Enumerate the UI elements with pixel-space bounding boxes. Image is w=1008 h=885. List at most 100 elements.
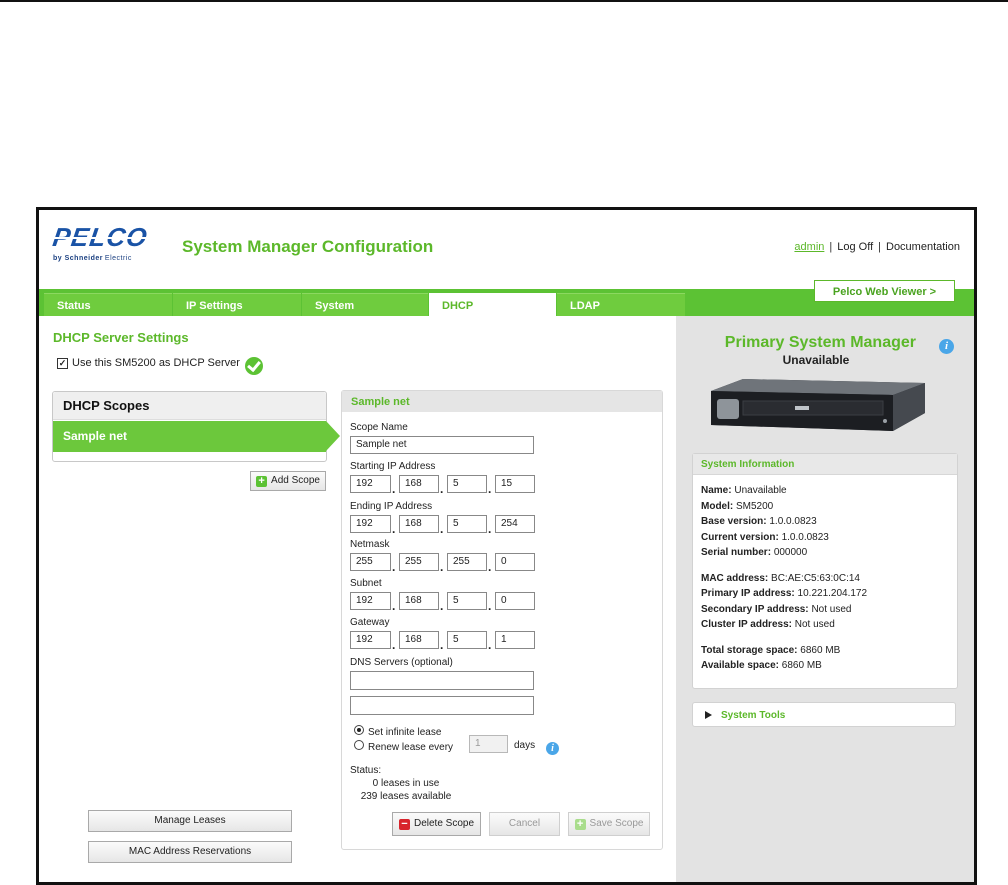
renew-days-input[interactable]: 1: [469, 735, 508, 753]
info-row: Total storage space: 6860 MB: [701, 644, 841, 656]
info-row: Serial number: 000000: [701, 547, 808, 558]
start-ip-octet-3[interactable]: 5: [447, 475, 487, 493]
infinite-lease-label: Set infinite lease: [368, 727, 442, 738]
add-scope-label: Add Scope: [271, 475, 320, 486]
use-dhcp-label: Use this SM5200 as DHCP Server: [72, 357, 240, 369]
delete-scope-label: Delete Scope: [413, 818, 475, 829]
info-row: Current version: 1.0.0.0823: [701, 531, 829, 543]
end-ip-octet-3[interactable]: 5: [447, 515, 487, 533]
scope-name-label: Scope Name: [350, 422, 408, 433]
use-dhcp-checkbox[interactable]: ✓: [57, 358, 68, 369]
renew-info-icon[interactable]: i: [546, 738, 559, 756]
primary-system-manager-title: Primary System Manager: [724, 334, 916, 351]
logo-sub-bold: by Schneider: [53, 255, 103, 262]
page-top-rule: [0, 0, 1008, 2]
documentation-link[interactable]: Documentation: [886, 241, 960, 253]
info-row: Secondary IP address: Not used: [701, 603, 852, 615]
subnet-octet-1[interactable]: 192: [350, 592, 391, 610]
app-title: System Manager Configuration: [182, 237, 434, 256]
subnet-label: Subnet: [350, 578, 382, 589]
gateway-octet-2[interactable]: 168: [399, 631, 439, 649]
selected-arrow-icon: [326, 421, 340, 451]
system-information-panel: System Information Name: Unavailable Mod…: [692, 453, 958, 689]
start-ip-label: Starting IP Address: [350, 461, 436, 472]
infinite-lease-radio[interactable]: [354, 725, 364, 735]
screenshot-frame: PELCO by Schneider Electric System Manag…: [36, 207, 977, 885]
scope-item-sample-net[interactable]: Sample net: [53, 421, 326, 452]
start-ip-octet-1[interactable]: 192: [350, 475, 391, 493]
use-dhcp-server-option: ✓ Use this SM5200 as DHCP Server: [57, 357, 240, 369]
renew-lease-option: Renew lease every: [354, 740, 453, 753]
save-scope-label: Save Scope: [589, 818, 644, 829]
info-row: Name: Unavailable: [701, 485, 787, 496]
system-information-header: System Information: [693, 454, 957, 475]
start-ip-octet-4[interactable]: 15: [495, 475, 535, 493]
end-ip-label: Ending IP Address: [350, 501, 433, 512]
days-label: days: [514, 740, 536, 751]
section-title: DHCP Server Settings: [53, 330, 189, 345]
expand-triangle-icon: [705, 711, 712, 719]
end-ip-octet-4[interactable]: 254: [495, 515, 535, 533]
logo-wordmark: PELCO: [50, 222, 150, 252]
mac-reservations-button[interactable]: MAC Address Reservations: [88, 841, 292, 863]
netmask-octet-1[interactable]: 255: [350, 553, 391, 571]
subnet-octet-4[interactable]: 0: [495, 592, 535, 610]
delete-scope-button[interactable]: − Delete Scope: [392, 812, 481, 836]
gateway-octet-4[interactable]: 1: [495, 631, 535, 649]
primary-status: Unavailable: [782, 353, 850, 367]
info-row: Available space: 6860 MB: [701, 660, 822, 671]
tab-status[interactable]: Status: [44, 293, 172, 316]
system-tools-label: System Tools: [721, 710, 786, 721]
success-check-icon: [245, 357, 263, 375]
tab-ldap[interactable]: LDAP: [557, 293, 685, 316]
top-links: admin | Log Off | Documentation: [794, 241, 960, 253]
start-ip-octet-2[interactable]: 168: [399, 475, 439, 493]
right-panel: Primary System Manager i Unavailable Sys…: [676, 316, 974, 882]
pelco-logo: PELCO by Schneider Electric: [50, 222, 153, 266]
info-row: Model: SM5200: [701, 500, 774, 512]
dhcp-scopes-list: DHCP Scopes Sample net: [52, 391, 340, 462]
system-tools-expander[interactable]: System Tools: [692, 702, 956, 727]
leases-available: 239 leases available: [360, 791, 452, 802]
tab-ip-settings[interactable]: IP Settings: [173, 293, 301, 316]
subnet-octet-2[interactable]: 168: [399, 592, 439, 610]
server-image: [711, 379, 925, 431]
user-link[interactable]: admin: [794, 241, 824, 253]
dns-server-2-input[interactable]: [350, 696, 534, 715]
info-row: Cluster IP address: Not used: [701, 619, 835, 630]
scope-panel-header: Sample net: [342, 391, 662, 412]
infinite-lease-option: Set infinite lease: [354, 725, 441, 738]
delete-icon: −: [398, 819, 410, 830]
plus-icon: +: [256, 476, 268, 487]
save-scope-button[interactable]: + Save Scope: [568, 812, 650, 836]
logo-subtitle: by Schneider Electric: [53, 255, 132, 262]
dns-server-1-input[interactable]: [350, 671, 534, 690]
end-ip-octet-2[interactable]: 168: [399, 515, 439, 533]
save-plus-icon: +: [574, 819, 586, 830]
leases-in-use: 0 leases in use: [372, 778, 440, 789]
scope-panel: Sample net Scope Name Sample net Startin…: [341, 390, 663, 850]
end-ip-octet-1[interactable]: 192: [350, 515, 391, 533]
renew-lease-radio[interactable]: [354, 740, 364, 750]
netmask-octet-3[interactable]: 255: [447, 553, 487, 571]
gateway-octet-3[interactable]: 5: [447, 631, 487, 649]
netmask-octet-2[interactable]: 255: [399, 553, 439, 571]
gateway-octet-1[interactable]: 192: [350, 631, 391, 649]
logo-sub-rest: Electric: [104, 255, 132, 262]
subnet-octet-3[interactable]: 5: [447, 592, 487, 610]
dns-label: DNS Servers (optional): [350, 657, 453, 668]
gateway-label: Gateway: [350, 617, 390, 628]
scopes-header: DHCP Scopes: [53, 392, 326, 420]
tab-dhcp[interactable]: DHCP: [429, 293, 556, 317]
web-viewer-button[interactable]: Pelco Web Viewer >: [814, 280, 955, 302]
cancel-button[interactable]: Cancel: [489, 812, 560, 836]
logoff-link[interactable]: Log Off: [837, 241, 873, 253]
status-label: Status:: [350, 765, 382, 776]
scope-name-input[interactable]: Sample net: [350, 436, 534, 454]
info-row: MAC address: BC:AE:C5:63:0C:14: [701, 572, 860, 584]
primary-info-icon[interactable]: i: [939, 336, 954, 354]
netmask-octet-4[interactable]: 0: [495, 553, 535, 571]
manage-leases-button[interactable]: Manage Leases: [88, 810, 292, 832]
tab-system[interactable]: System: [302, 293, 428, 316]
add-scope-button[interactable]: + Add Scope: [250, 471, 326, 491]
